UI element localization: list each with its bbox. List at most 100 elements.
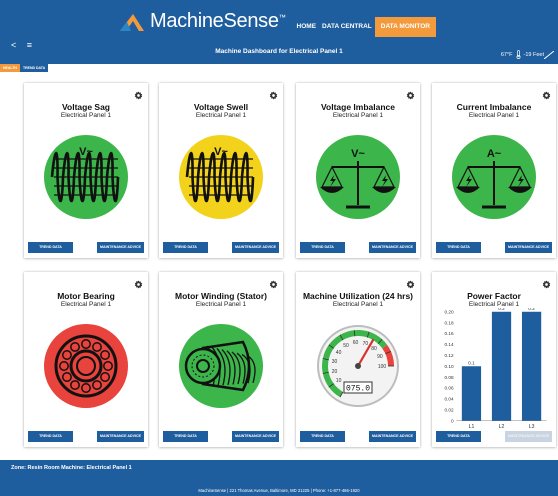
maintenance-advice-button[interactable]: MAINTENANCE ADVICE xyxy=(369,242,416,253)
card-subtitle: Electrical Panel 1 xyxy=(468,301,520,308)
top-navigation: HOME DATA CENTRAL DATA MONITOR xyxy=(294,17,436,37)
bar-l2[interactable] xyxy=(491,311,512,421)
card-motor-winding: Motor Winding (Stator) Electrical Panel … xyxy=(159,272,283,447)
card-motor-bearing: Motor Bearing Electrical Panel 1 TREND D… xyxy=(24,272,148,447)
gear-icon[interactable] xyxy=(134,276,143,289)
card-subtitle: Electrical Panel 1 xyxy=(332,112,384,119)
gauge-tick-label: 60 xyxy=(353,340,359,346)
card-voltage-imbalance: Voltage Imbalance Electrical Panel 1 V~ … xyxy=(296,83,420,258)
y-tick-label: 0 xyxy=(451,418,454,423)
card-title: Power Factor xyxy=(467,291,521,301)
brand-name: MachineSense™ xyxy=(150,10,286,32)
trend-data-button[interactable]: TREND DATA xyxy=(300,242,345,253)
y-tick-label: 0.10 xyxy=(444,364,454,369)
card-subtitle: Electrical Panel 1 xyxy=(468,112,520,119)
trend-data-button[interactable]: TREND DATA xyxy=(163,431,208,442)
gear-icon[interactable] xyxy=(542,87,551,100)
footer-address: MachineSense | 221 Thomas Avenue, Baltim… xyxy=(198,488,360,493)
trend-data-button[interactable]: TREND DATA xyxy=(436,242,481,253)
svg-text:V~: V~ xyxy=(214,146,228,158)
card-machine-utilization: Machine Utilization (24 hrs) Electrical … xyxy=(296,272,420,447)
scale-status-icon: V~ xyxy=(316,135,400,219)
gear-icon[interactable] xyxy=(134,87,143,100)
gear-icon[interactable] xyxy=(542,276,551,289)
tab-health[interactable]: HEALTH xyxy=(0,64,20,72)
y-tick-label: 0.20 xyxy=(444,309,454,314)
svg-text:A~: A~ xyxy=(487,148,502,160)
card-title: Voltage Sag xyxy=(61,102,111,112)
maintenance-advice-button[interactable]: MAINTENANCE ADVICE xyxy=(232,431,279,442)
y-tick-label: 0.16 xyxy=(444,331,454,336)
gear-icon[interactable] xyxy=(406,87,415,100)
maintenance-advice-button[interactable]: MAINTENANCE ADVICE xyxy=(97,431,144,442)
brand-logo[interactable]: MachineSense™ xyxy=(118,10,286,33)
card-title: Current Imbalance xyxy=(456,102,532,112)
gear-icon[interactable] xyxy=(269,276,278,289)
bar-data-label: 0.1 xyxy=(468,360,475,365)
winding-status-icon xyxy=(179,324,263,408)
bearing-status-icon xyxy=(44,324,128,408)
maintenance-advice-button[interactable]: MAINTENANCE ADVICE xyxy=(232,242,279,253)
nav-home[interactable]: HOME xyxy=(294,17,320,37)
x-tick-label: L2 xyxy=(499,424,505,430)
wave-status-icon: V~ xyxy=(44,135,128,219)
bar-data-label: 0.2 xyxy=(498,308,505,311)
nav-data-monitor[interactable]: DATA MONITOR xyxy=(374,17,436,37)
card-power-factor: Power Factor Electrical Panel 1 0 0.02 0.0… xyxy=(432,272,556,447)
trend-data-button[interactable]: TREND DATA xyxy=(436,431,481,442)
card-subtitle: Electrical Panel 1 xyxy=(332,301,384,308)
gauge-readout: 075.0 xyxy=(346,385,370,394)
nav-data-central[interactable]: DATA CENTRAL xyxy=(319,17,375,37)
y-tick-label: 0.14 xyxy=(444,342,454,347)
scale-status-icon: A~ xyxy=(452,135,536,219)
thermometer-icon xyxy=(516,50,520,59)
gauge-tick-label: 80 xyxy=(371,346,377,352)
wave-status-icon: V~ xyxy=(179,135,263,219)
gauge-tick-label: 50 xyxy=(343,343,349,349)
card-voltage-swell: Voltage Swell Electrical Panel 1 V~ TREN… xyxy=(159,83,283,258)
y-tick-label: 0.06 xyxy=(444,386,454,391)
elevation-value: -19 Feet xyxy=(523,51,544,58)
y-tick-label: 0.12 xyxy=(444,353,454,358)
x-tick-label: L1 xyxy=(469,424,475,430)
trend-data-button[interactable]: TREND DATA xyxy=(28,431,73,442)
weather-widget: 67°F -19 Feet xyxy=(501,50,554,59)
card-title: Motor Bearing xyxy=(57,291,115,301)
maintenance-advice-button[interactable]: MAINTENANCE ADVICE xyxy=(97,242,144,253)
card-subtitle: Electrical Panel 1 xyxy=(195,112,247,119)
y-tick-label: 0.02 xyxy=(444,408,454,413)
tab-trend-data[interactable]: TREND DATA xyxy=(19,64,49,72)
card-title: Voltage Swell xyxy=(193,102,249,112)
maintenance-advice-button[interactable]: MAINTENANCE ADVICE xyxy=(505,431,552,442)
gauge-tick-label: 90 xyxy=(377,354,383,360)
zone-info: Zone: Resin Room Machine: Electrical Pan… xyxy=(11,465,132,471)
svg-text:V~: V~ xyxy=(351,148,365,160)
maintenance-advice-button[interactable]: MAINTENANCE ADVICE xyxy=(505,242,552,253)
gauge-tick-label: 10 xyxy=(336,378,342,384)
card-subtitle: Electrical Panel 1 xyxy=(195,301,247,308)
gauge-tick-label: 40 xyxy=(336,350,342,356)
card-current-imbalance: Current Imbalance Electrical Panel 1 A~ … xyxy=(432,83,556,258)
bar-l1[interactable] xyxy=(461,366,482,421)
trend-data-button[interactable]: TREND DATA xyxy=(300,431,345,442)
trend-data-button[interactable]: TREND DATA xyxy=(28,242,73,253)
header-bar: MachineSense™ HOME DATA CENTRAL DATA MON… xyxy=(0,0,558,64)
y-tick-label: 0.18 xyxy=(444,320,454,325)
power-factor-chart: 0 0.02 0.04 0.06 0.08 0.10 0.12 0.14 0.16 0.18 0.2… xyxy=(444,308,547,430)
gear-icon[interactable] xyxy=(269,87,278,100)
gauge-tick-label: 100 xyxy=(378,364,387,370)
card-voltage-sag: Voltage Sag Electrical Panel 1 V~ TREND … xyxy=(24,83,148,258)
footer: Zone: Resin Room Machine: Electrical Pan… xyxy=(0,460,558,496)
card-subtitle: Electrical Panel 1 xyxy=(60,112,112,119)
svg-text:V~: V~ xyxy=(79,146,93,158)
card-title: Motor Winding (Stator) xyxy=(175,291,267,301)
card-title: Machine Utilization (24 hrs) xyxy=(302,291,414,301)
maintenance-advice-button[interactable]: MAINTENANCE ADVICE xyxy=(369,431,416,442)
bar-l3[interactable] xyxy=(521,311,542,421)
gauge-tick-label: 70 xyxy=(363,341,369,347)
slope-icon xyxy=(544,50,554,59)
trend-data-button[interactable]: TREND DATA xyxy=(163,242,208,253)
bar-data-label: 0.2 xyxy=(528,308,535,311)
gear-icon[interactable] xyxy=(406,276,415,289)
temperature-value: 67°F xyxy=(500,51,513,58)
